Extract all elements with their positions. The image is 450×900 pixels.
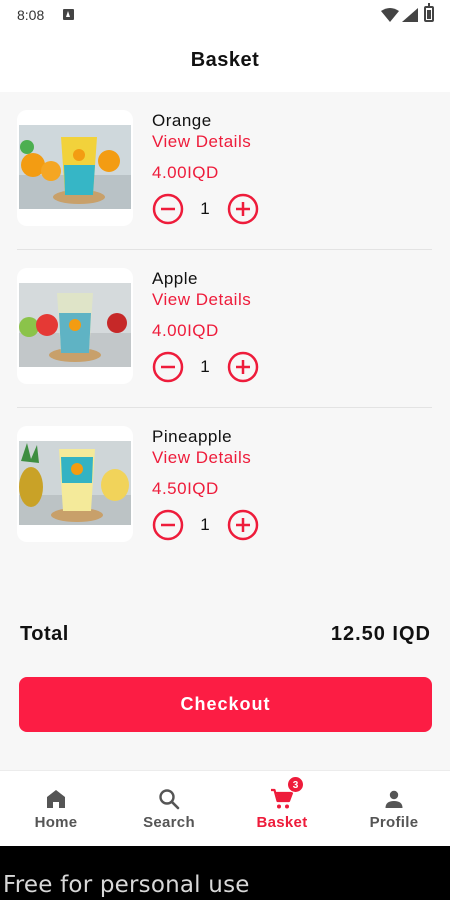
total-value: 12.50 IQD [330,623,431,645]
increase-quantity-button[interactable] [227,351,259,383]
basket-item-orange: Orange View Details 4.00IQD 1 [0,92,450,250]
product-image-card [17,426,133,542]
cart-count-badge: 3 [287,776,304,793]
bottom-nav: Home Search 3 Basket Profile [0,770,450,846]
battery-icon [424,3,434,22]
item-name: Apple [152,269,198,288]
item-price: 4.00IQD [152,163,219,182]
product-image-card [17,268,133,384]
signal-icon [402,8,418,22]
nav-item-basket[interactable]: 3 Basket [226,771,338,847]
decrease-quantity-button[interactable] [152,351,184,383]
pineapple-juice-image [19,441,131,525]
watermark-text: Free for personal use [3,872,250,898]
nav-label: Basket [256,814,308,831]
orange-juice-image [19,125,131,209]
item-price: 4.00IQD [152,321,219,340]
home-icon [47,790,65,808]
view-details-link[interactable]: View Details [152,132,251,152]
status-time: 8:08 [17,7,45,23]
product-image-card [17,110,133,226]
view-details-link[interactable]: View Details [152,448,251,468]
person-icon [385,790,403,808]
nav-label: Profile [369,814,419,831]
nav-item-home[interactable]: Home [0,771,112,847]
decrease-quantity-button[interactable] [152,509,184,541]
increase-quantity-button[interactable] [227,193,259,225]
wifi-icon [381,8,399,22]
quantity-value: 1 [200,515,210,534]
nav-item-search[interactable]: Search [113,771,225,847]
app-header: Basket [0,30,450,92]
watermark-bar: Free for personal use [0,846,450,900]
apple-juice-image [19,283,131,367]
item-name: Orange [152,111,212,130]
search-icon [159,789,180,810]
basket-item-apple: Apple View Details 4.00IQD 1 [0,250,450,408]
view-details-link[interactable]: View Details [152,290,251,310]
checkout-button[interactable]: Checkout [19,677,432,732]
quantity-value: 1 [200,357,210,376]
nav-label: Home [34,814,78,831]
quantity-value: 1 [200,199,210,218]
nav-item-profile[interactable]: Profile [338,771,450,847]
page-title: Basket [190,49,260,71]
decrease-quantity-button[interactable] [152,193,184,225]
basket-content: Orange View Details 4.00IQD 1 Apple View… [0,92,450,770]
total-label: Total [20,623,69,645]
item-price: 4.50IQD [152,479,219,498]
basket-item-pineapple: Pineapple View Details 4.50IQD 1 [0,408,450,566]
status-bar: 8:08 [0,0,450,30]
increase-quantity-button[interactable] [227,509,259,541]
nav-label: Search [143,814,195,831]
notification-icon [63,9,74,20]
item-name: Pineapple [152,427,233,446]
